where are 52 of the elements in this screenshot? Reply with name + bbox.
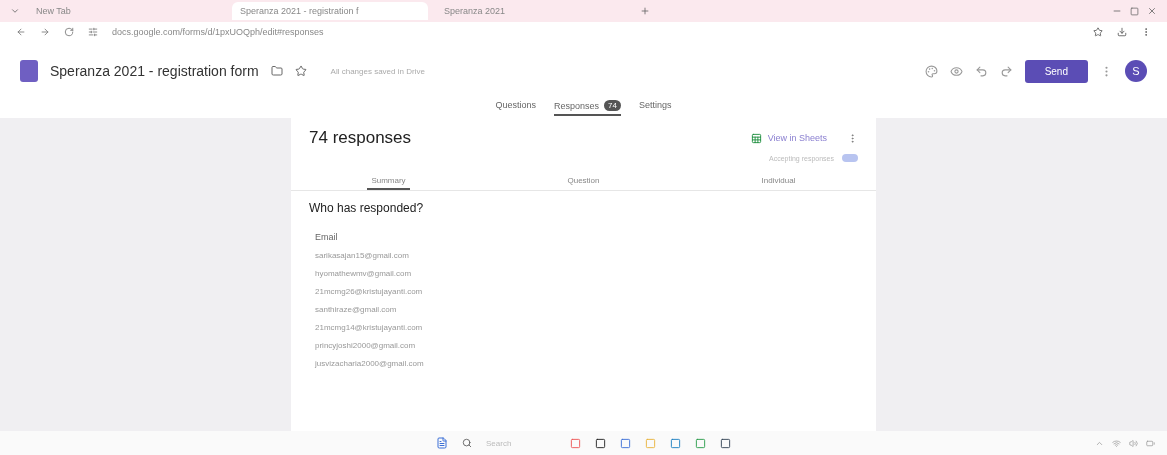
wifi-icon[interactable] bbox=[1112, 438, 1121, 448]
volume-icon[interactable] bbox=[1129, 438, 1138, 448]
form-tab[interactable]: Questions bbox=[495, 100, 537, 115]
download-icon[interactable] bbox=[1117, 27, 1127, 37]
email-entry: princyjoshi2000@gmail.com bbox=[314, 341, 417, 350]
email-entry: 21mcmg14@kristujayanti.com bbox=[314, 323, 424, 332]
view-tab[interactable]: Question bbox=[563, 176, 604, 190]
accepting-toggle[interactable] bbox=[842, 154, 858, 162]
close-icon[interactable] bbox=[1147, 6, 1157, 16]
email-entry: jusvizacharia2000@gmail.com bbox=[314, 359, 425, 368]
back-icon[interactable] bbox=[16, 27, 26, 37]
battery-icon[interactable] bbox=[1146, 438, 1155, 448]
browser-tab[interactable]: New Tab bbox=[28, 2, 224, 20]
redo-icon[interactable] bbox=[999, 64, 1013, 78]
start-icon[interactable] bbox=[436, 437, 448, 449]
tab-list-icon[interactable] bbox=[10, 6, 20, 16]
email-entry: hyomathewmv@gmail.com bbox=[314, 269, 413, 278]
maximize-icon[interactable] bbox=[1130, 6, 1139, 16]
palette-icon[interactable] bbox=[924, 64, 938, 78]
undo-icon[interactable] bbox=[974, 64, 988, 78]
app-icon[interactable] bbox=[720, 437, 731, 449]
site-settings-icon[interactable] bbox=[88, 27, 98, 37]
view-tab[interactable]: Summary bbox=[367, 176, 410, 190]
view-in-sheets-link[interactable]: View in Sheets bbox=[750, 132, 827, 144]
bookmark-icon[interactable] bbox=[1093, 27, 1103, 37]
form-tab[interactable]: Responses 74 bbox=[554, 100, 621, 116]
account-avatar[interactable]: S bbox=[1125, 60, 1147, 82]
star-icon[interactable] bbox=[294, 65, 307, 77]
search-icon[interactable] bbox=[462, 438, 472, 448]
form-title: Speranza 2021 - registration form bbox=[50, 63, 259, 79]
preview-icon[interactable] bbox=[949, 64, 963, 78]
send-button[interactable]: Send bbox=[1024, 59, 1088, 83]
app-icon[interactable] bbox=[595, 437, 606, 449]
browser-tab[interactable]: Speranza 2021 - registration f bbox=[232, 2, 428, 20]
email-entry: 21mcmg26@kristujayanti.com bbox=[314, 287, 424, 296]
email-entry: santhiraze@gmail.com bbox=[314, 305, 398, 314]
forward-icon[interactable] bbox=[40, 27, 50, 37]
section-heading: Who has responded? bbox=[309, 201, 425, 215]
response-count: 74 bbox=[604, 100, 621, 111]
responses-heading: 74 responses bbox=[309, 128, 412, 148]
email-entry: sarikasajan15@gmail.com bbox=[314, 251, 410, 260]
save-status: All changes saved in Drive bbox=[330, 66, 426, 76]
address-field[interactable]: docs.google.com/forms/d/1pxUOQph/edit#responses bbox=[112, 27, 1079, 37]
form-tab[interactable]: Settings bbox=[638, 100, 672, 115]
spreadsheet-icon bbox=[750, 132, 762, 144]
folder-icon[interactable] bbox=[270, 65, 283, 77]
browser-tab[interactable]: Speranza 2021 bbox=[436, 2, 632, 20]
new-tab-icon[interactable] bbox=[640, 6, 650, 16]
view-tab[interactable]: Individual bbox=[757, 176, 800, 190]
forms-logo-icon bbox=[20, 60, 38, 82]
reload-icon[interactable] bbox=[64, 27, 74, 37]
column-heading: Email bbox=[314, 232, 339, 242]
